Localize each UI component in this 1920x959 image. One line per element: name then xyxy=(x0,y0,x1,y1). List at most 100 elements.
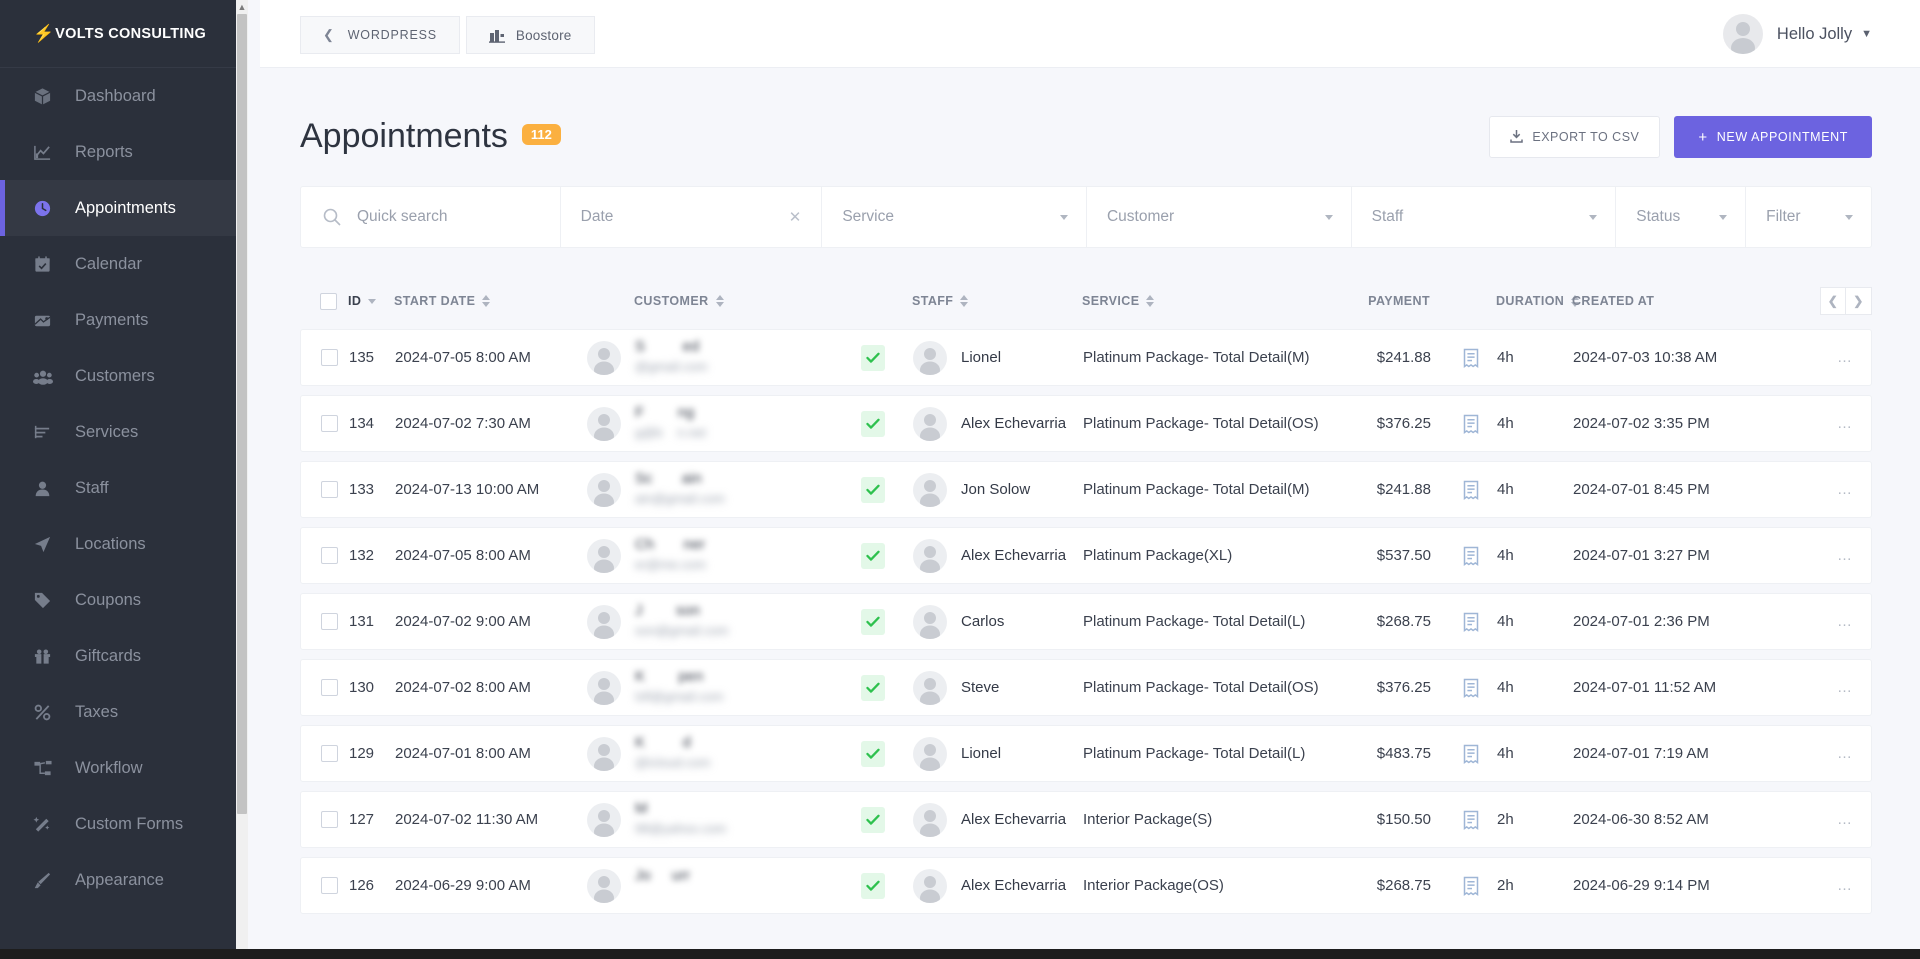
sidebar-item-coupons[interactable]: Coupons xyxy=(0,572,248,628)
cell-created-at: 2024-07-03 10:38 AM xyxy=(1573,349,1718,366)
invoice-icon[interactable] xyxy=(1445,546,1497,566)
sort-icon[interactable] xyxy=(715,295,724,307)
sidebar-item-appointments[interactable]: Appointments xyxy=(0,180,248,236)
row-checkbox[interactable] xyxy=(321,547,338,564)
table-row[interactable]: 135 2024-07-05 8:00 AM S ed @gmail.com Lione… xyxy=(300,329,1872,386)
cell-payment: $376.25 xyxy=(1376,679,1431,696)
chevron-down-icon[interactable] xyxy=(1324,214,1333,220)
row-actions-menu[interactable]: … xyxy=(1837,481,1853,498)
sort-icon[interactable] xyxy=(482,295,491,307)
table-row[interactable]: 131 2024-07-02 9:00 AM J son son@gmail.com C… xyxy=(300,593,1872,650)
row-actions-menu[interactable]: … xyxy=(1837,547,1853,564)
table-row[interactable]: 132 2024-07-05 8:00 AM Ch ner er@me.com Alex… xyxy=(300,527,1872,584)
column-header-id[interactable]: ID xyxy=(348,294,394,308)
sidebar-item-giftcards[interactable]: Giftcards xyxy=(0,628,248,684)
invoice-icon[interactable] xyxy=(1445,480,1497,500)
row-checkbox[interactable] xyxy=(321,613,338,630)
table-row[interactable]: 130 2024-07-02 8:00 AM K pen lsfl@gmail.com… xyxy=(300,659,1872,716)
row-actions-menu[interactable]: … xyxy=(1837,811,1853,828)
row-checkbox[interactable] xyxy=(321,679,338,696)
wordpress-back-button[interactable]: ❮ WORDPRESS xyxy=(300,16,460,54)
chevron-down-icon[interactable] xyxy=(1059,214,1068,220)
table-row[interactable]: 127 2024-07-02 11:30 AM M 98@yahoo.com Alex … xyxy=(300,791,1872,848)
clear-icon[interactable]: ✕ xyxy=(789,208,802,226)
column-header-start-date[interactable]: START DATE xyxy=(394,294,586,308)
invoice-icon[interactable] xyxy=(1445,810,1497,830)
status-filter[interactable]: Status xyxy=(1616,187,1747,247)
cube-icon xyxy=(33,87,59,106)
row-actions-menu[interactable]: … xyxy=(1837,679,1853,696)
sidebar-item-appearance[interactable]: Appearance xyxy=(0,852,248,908)
list-icon xyxy=(33,423,59,442)
cell-id: 131 xyxy=(349,613,375,630)
row-actions-menu[interactable]: … xyxy=(1837,613,1853,630)
export-to-csv-button[interactable]: EXPORT TO CSV xyxy=(1489,116,1661,158)
sidebar-item-calendar[interactable]: Calendar xyxy=(0,236,248,292)
invoice-icon[interactable] xyxy=(1445,744,1497,764)
column-header-service[interactable]: SERVICE xyxy=(1082,294,1334,308)
row-checkbox[interactable] xyxy=(321,811,338,828)
row-actions-menu[interactable]: … xyxy=(1837,745,1853,762)
sidebar-item-custom-forms[interactable]: Custom Forms xyxy=(0,796,248,852)
row-actions-menu[interactable]: … xyxy=(1837,877,1853,894)
invoice-icon[interactable] xyxy=(1445,414,1497,434)
chevron-down-icon[interactable] xyxy=(1845,214,1854,220)
search-field[interactable]: Quick search xyxy=(301,187,561,247)
table-row[interactable]: 126 2024-06-29 9:00 AM Jo urr Alex Echevarr… xyxy=(300,857,1872,914)
chevron-down-icon[interactable] xyxy=(1719,214,1728,220)
sort-icon[interactable] xyxy=(1146,295,1155,307)
invoice-icon[interactable] xyxy=(1445,678,1497,698)
sidebar-item-dashboard[interactable]: Dashboard xyxy=(0,68,248,124)
more-filter[interactable]: Filter xyxy=(1746,187,1871,247)
column-header-staff[interactable]: STAFF xyxy=(912,294,1082,308)
customer-filter[interactable]: Customer xyxy=(1087,187,1352,247)
people-icon xyxy=(33,367,59,386)
sort-icon[interactable] xyxy=(960,295,969,307)
row-actions-menu[interactable]: … xyxy=(1837,415,1853,432)
column-header-created-at: CREATED AT xyxy=(1572,294,1782,308)
table-row[interactable]: 129 2024-07-01 8:00 AM K d @icloud.com Lione… xyxy=(300,725,1872,782)
column-header-duration[interactable]: DURATION xyxy=(1496,294,1580,308)
cell-staff: Lionel xyxy=(913,736,1083,771)
row-checkbox[interactable] xyxy=(321,745,338,762)
chevron-down-icon[interactable]: ▼ xyxy=(1861,28,1872,40)
row-checkbox[interactable] xyxy=(321,415,338,432)
store-button[interactable]: Boostore xyxy=(465,16,595,54)
scroll-up-arrow[interactable]: ▲ xyxy=(237,0,247,14)
invoice-icon[interactable] xyxy=(1445,612,1497,632)
row-actions-menu[interactable]: … xyxy=(1837,349,1853,366)
sidebar-item-customers[interactable]: Customers xyxy=(0,348,248,404)
scrollbar-thumb[interactable] xyxy=(237,14,247,814)
column-label-payment: PAYMENT xyxy=(1368,294,1430,308)
new-appointment-button[interactable]: + NEW APPOINTMENT xyxy=(1674,116,1872,158)
sidebar-item-services[interactable]: Services xyxy=(0,404,248,460)
invoice-icon[interactable] xyxy=(1445,876,1497,896)
next-page-button[interactable]: ❯ xyxy=(1846,287,1872,315)
cell-start-date: 2024-07-05 8:00 AM xyxy=(395,547,531,564)
date-filter[interactable]: Date ✕ xyxy=(561,187,823,247)
sort-icon[interactable] xyxy=(368,298,377,304)
staff-filter[interactable]: Staff xyxy=(1352,187,1617,247)
prev-page-button[interactable]: ❮ xyxy=(1820,287,1846,315)
sidebar-item-reports[interactable]: Reports xyxy=(0,124,248,180)
sidebar-item-payments[interactable]: Payments xyxy=(0,292,248,348)
sidebar-scrollbar[interactable]: ▲ ▼ xyxy=(236,0,248,959)
bolt-icon: ⚡ xyxy=(33,24,55,43)
user-menu[interactable]: Hello Jolly ▼ xyxy=(1722,14,1872,54)
sidebar-item-staff[interactable]: Staff xyxy=(0,460,248,516)
sidebar-item-workflow[interactable]: Workflow xyxy=(0,740,248,796)
row-checkbox[interactable] xyxy=(321,481,338,498)
brand-logo[interactable]: ⚡ VOLTS CONSULTING xyxy=(0,0,248,68)
row-checkbox[interactable] xyxy=(321,877,338,894)
search-input[interactable]: Quick search xyxy=(357,208,447,226)
invoice-icon[interactable] xyxy=(1445,348,1497,368)
table-row[interactable]: 134 2024-07-02 7:30 AM F ng g@b n.net Alex E… xyxy=(300,395,1872,452)
chevron-down-icon[interactable] xyxy=(1589,214,1598,220)
table-row[interactable]: 133 2024-07-13 10:00 AM Sc ain ain@gmail.co… xyxy=(300,461,1872,518)
column-header-customer[interactable]: CUSTOMER xyxy=(586,294,860,308)
sidebar-item-locations[interactable]: Locations xyxy=(0,516,248,572)
row-checkbox[interactable] xyxy=(321,349,338,366)
sidebar-item-taxes[interactable]: Taxes xyxy=(0,684,248,740)
service-filter[interactable]: Service xyxy=(822,187,1087,247)
select-all-checkbox[interactable] xyxy=(320,292,337,310)
